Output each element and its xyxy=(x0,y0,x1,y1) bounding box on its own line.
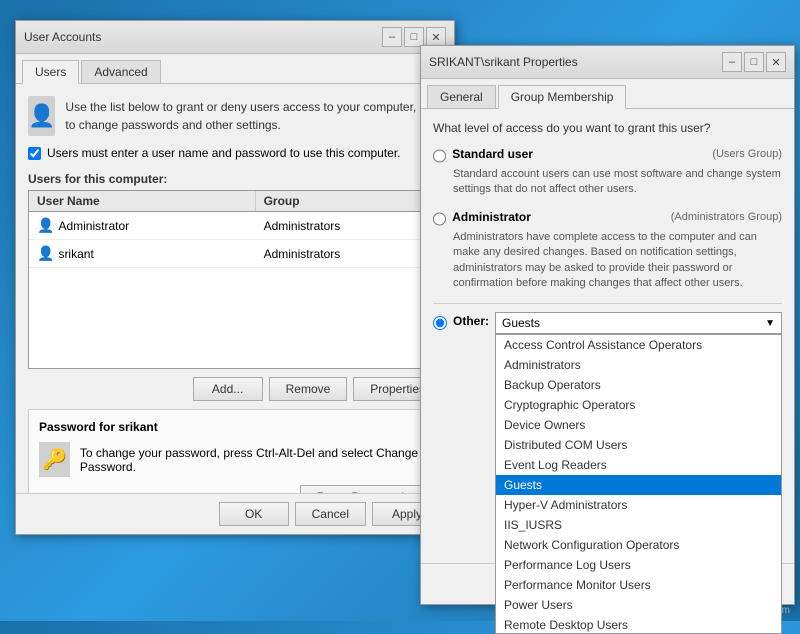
user-header: 👤 Use the list below to grant or deny us… xyxy=(28,96,442,136)
dropdown-item[interactable]: Access Control Assistance Operators xyxy=(496,335,781,355)
properties-window: SRIKANT\srikant Properties – □ ✕ General… xyxy=(420,45,795,605)
table-row[interactable]: 👤 srikant Administrators xyxy=(29,240,441,268)
group-dropdown-value: Guests xyxy=(502,316,765,330)
administrator-label: Administrator xyxy=(452,210,531,224)
access-question: What level of access do you want to gran… xyxy=(433,121,782,135)
table-row[interactable]: 👤 Administrator Administrators xyxy=(29,212,441,240)
administrator-radio[interactable] xyxy=(433,212,446,226)
user-accounts-titlebar: User Accounts – □ ✕ xyxy=(16,21,454,54)
tab-bar: Users Advanced xyxy=(16,54,454,84)
administrator-sublabel: (Administrators Group) xyxy=(671,211,782,223)
password-content: 🔑 To change your password, press Ctrl-Al… xyxy=(39,442,431,477)
ok-button[interactable]: OK xyxy=(219,502,289,526)
props-maximize-button[interactable]: □ xyxy=(744,52,764,72)
chevron-down-icon: ▼ xyxy=(765,318,775,329)
dropdown-item[interactable]: Administrators xyxy=(496,355,781,375)
must-enter-password-label: Users must enter a user name and passwor… xyxy=(47,146,401,160)
props-titlebar-controls: – □ ✕ xyxy=(722,52,786,72)
close-button[interactable]: ✕ xyxy=(426,27,446,47)
standard-user-row: Standard user (Users Group) xyxy=(433,147,782,163)
props-content: What level of access do you want to gran… xyxy=(421,109,794,346)
password-icon: 🔑 xyxy=(39,442,70,477)
user-avatar-icon: 👤 xyxy=(28,96,55,136)
divider xyxy=(433,303,782,304)
properties-title: SRIKANT\srikant Properties xyxy=(429,55,578,69)
tab-advanced[interactable]: Advanced xyxy=(81,60,160,83)
props-close-button[interactable]: ✕ xyxy=(766,52,786,72)
props-tab-bar: General Group Membership xyxy=(421,79,794,109)
user-name-cell: 👤 srikant xyxy=(29,242,256,265)
table-spacer xyxy=(29,268,441,368)
administrator-section: Administrator (Administrators Group) Adm… xyxy=(433,210,782,292)
standard-user-desc: Standard account users can use most soft… xyxy=(453,167,782,198)
group-dropdown-container: Guests ▼ Access Control Assistance Opera… xyxy=(495,312,782,334)
user-action-buttons: Add... Remove Properties xyxy=(28,377,442,401)
standard-user-radio[interactable] xyxy=(433,149,446,163)
user-name-cell: 👤 Administrator xyxy=(29,214,256,237)
dropdown-item[interactable]: Performance Log Users xyxy=(496,555,781,575)
standard-user-label: Standard user xyxy=(452,147,533,161)
other-label: Other: xyxy=(453,314,489,328)
standard-user-section: Standard user (Users Group) Standard acc… xyxy=(433,147,782,198)
cancel-button[interactable]: Cancel xyxy=(295,502,366,526)
tab-group-membership[interactable]: Group Membership xyxy=(498,85,627,109)
dropdown-item[interactable]: IIS_IUSRS xyxy=(496,515,781,535)
other-radio[interactable] xyxy=(433,316,447,330)
user-description: Use the list below to grant or deny user… xyxy=(65,98,442,134)
col-username: User Name xyxy=(29,191,256,211)
dropdown-item[interactable]: Hyper-V Administrators xyxy=(496,495,781,515)
dropdown-item[interactable]: Backup Operators xyxy=(496,375,781,395)
minimize-button[interactable]: – xyxy=(382,27,402,47)
standard-user-sublabel: (Users Group) xyxy=(712,148,782,160)
administrator-row: Administrator (Administrators Group) xyxy=(433,210,782,226)
add-button[interactable]: Add... xyxy=(193,377,263,401)
dropdown-item[interactable]: Cryptographic Operators xyxy=(496,395,781,415)
dropdown-item[interactable]: Event Log Readers xyxy=(496,455,781,475)
dropdown-item[interactable]: Power Users xyxy=(496,595,781,615)
users-table: User Name Group 👤 Administrator Administ… xyxy=(28,190,442,369)
group-dropdown-list: Access Control Assistance OperatorsAdmin… xyxy=(495,334,782,634)
dropdown-item[interactable]: Performance Monitor Users xyxy=(496,575,781,595)
users-tab-content: 👤 Use the list below to grant or deny us… xyxy=(16,84,454,532)
password-section-title: Password for srikant xyxy=(39,420,431,434)
dropdown-item[interactable]: Distributed COM Users xyxy=(496,435,781,455)
titlebar-controls: – □ ✕ xyxy=(382,27,446,47)
tab-users[interactable]: Users xyxy=(22,60,79,84)
administrator-desc: Administrators have complete access to t… xyxy=(453,230,782,292)
tab-general[interactable]: General xyxy=(427,85,496,108)
bottom-button-row: OK Cancel Apply xyxy=(16,493,454,534)
user-icon: 👤 xyxy=(37,217,54,234)
other-row: Other: Guests ▼ Access Control Assistanc… xyxy=(433,312,782,334)
user-group-cell: Administrators xyxy=(256,244,441,264)
props-minimize-button[interactable]: – xyxy=(722,52,742,72)
must-enter-password-row: Users must enter a user name and passwor… xyxy=(28,146,442,160)
dropdown-item[interactable]: Network Configuration Operators xyxy=(496,535,781,555)
group-dropdown-trigger[interactable]: Guests ▼ xyxy=(495,312,782,334)
remove-button[interactable]: Remove xyxy=(269,377,348,401)
user-icon: 👤 xyxy=(37,245,54,262)
properties-titlebar: SRIKANT\srikant Properties – □ ✕ xyxy=(421,46,794,79)
table-header: User Name Group xyxy=(29,191,441,212)
user-accounts-title: User Accounts xyxy=(24,30,101,44)
dropdown-item[interactable]: Device Owners xyxy=(496,415,781,435)
dropdown-item[interactable]: Guests xyxy=(496,475,781,495)
user-accounts-window: User Accounts – □ ✕ Users Advanced 👤 Use… xyxy=(15,20,455,535)
col-group: Group xyxy=(256,191,441,211)
maximize-button[interactable]: □ xyxy=(404,27,424,47)
must-enter-password-checkbox[interactable] xyxy=(28,147,41,160)
dropdown-item[interactable]: Remote Desktop Users xyxy=(496,615,781,634)
password-description: To change your password, press Ctrl-Alt-… xyxy=(80,446,431,474)
user-group-cell: Administrators xyxy=(256,216,441,236)
users-section-label: Users for this computer: xyxy=(28,172,442,186)
